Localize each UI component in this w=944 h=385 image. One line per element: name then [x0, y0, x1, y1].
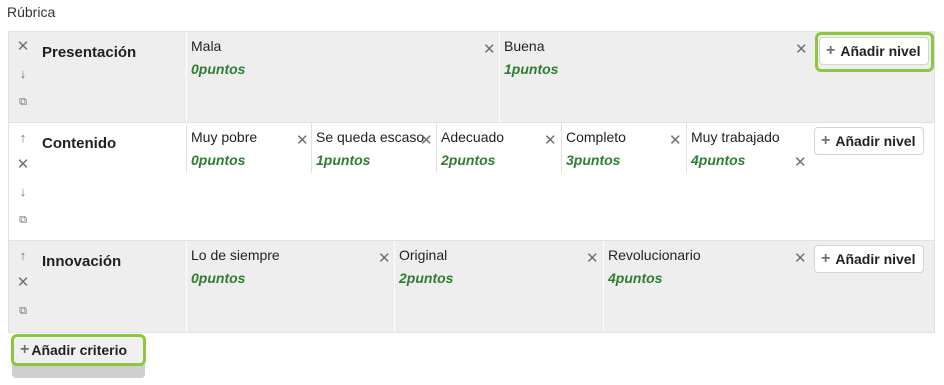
delete-level-icon[interactable]: ✕ — [586, 251, 599, 267]
add-criterion-label: Añadir criterio — [31, 342, 128, 358]
level-definition[interactable]: Buena — [504, 38, 544, 54]
level-definition[interactable]: Original — [399, 247, 447, 263]
level-points[interactable]: 2puntos — [441, 152, 495, 168]
duplicate-icon[interactable]: ⧉ — [15, 212, 31, 228]
plus-icon: + — [821, 250, 831, 267]
level-cell[interactable]: Completo 3puntos ✕ — [561, 123, 686, 173]
add-criterion-button[interactable]: + Añadir criterio — [11, 334, 146, 366]
level-cell[interactable]: Muy trabajado 4puntos ✕ — [686, 123, 811, 173]
criterion-row: ✕ ↓ ⧉ Presentación Mala 0puntos ✕ Buena … — [9, 32, 934, 123]
level-points[interactable]: 1puntos — [504, 61, 558, 77]
arrow-down-icon[interactable]: ↓ — [15, 66, 31, 82]
level-points[interactable]: 4puntos — [608, 270, 662, 286]
delete-level-icon[interactable]: ✕ — [794, 251, 807, 267]
duplicate-icon[interactable]: ⧉ — [15, 94, 31, 110]
level-points[interactable]: 0puntos — [191, 270, 245, 286]
level-points[interactable]: 3puntos — [566, 152, 620, 168]
level-cell[interactable]: Se queda escaso 1puntos ✕ — [311, 123, 436, 173]
arrow-down-icon[interactable]: ↓ — [15, 184, 31, 200]
level-points[interactable]: 0puntos — [191, 152, 245, 168]
level-cell[interactable]: Mala 0puntos ✕ — [186, 32, 499, 123]
delete-criterion-icon[interactable]: ✕ — [15, 275, 31, 291]
level-cell[interactable]: Buena 1puntos ✕ — [499, 32, 811, 123]
level-definition[interactable]: Completo — [566, 129, 626, 145]
add-level-button[interactable]: + Añadir nivel — [814, 127, 925, 155]
delete-level-icon[interactable]: ✕ — [296, 133, 309, 149]
level-definition[interactable]: Lo de siempre — [191, 247, 280, 263]
level-definition[interactable]: Adecuado — [441, 129, 504, 145]
level-cell[interactable]: Original 2puntos ✕ — [394, 241, 603, 332]
delete-level-icon[interactable]: ✕ — [378, 251, 391, 267]
delete-criterion-icon[interactable]: ✕ — [15, 39, 31, 55]
plus-icon: + — [20, 341, 30, 358]
add-level-button[interactable]: + Añadir nivel — [819, 37, 930, 65]
level-cell[interactable]: Adecuado 2puntos ✕ — [436, 123, 561, 173]
level-cell[interactable]: Revolucionario 4puntos ✕ — [603, 241, 811, 332]
criterion-name[interactable]: Contenido — [42, 135, 116, 152]
rubric-table: ✕ ↓ ⧉ Presentación Mala 0puntos ✕ Buena … — [8, 31, 935, 333]
criterion-name[interactable]: Presentación — [42, 44, 136, 61]
add-level-label: Añadir nivel — [835, 251, 916, 267]
delete-level-icon[interactable]: ✕ — [669, 133, 682, 149]
delete-level-icon[interactable]: ✕ — [420, 133, 433, 149]
delete-level-icon[interactable]: ✕ — [483, 42, 496, 58]
level-definition[interactable]: Mala — [191, 38, 221, 54]
plus-icon: + — [821, 132, 831, 149]
level-definition[interactable]: Muy pobre — [191, 129, 257, 145]
arrow-up-icon[interactable]: ↑ — [15, 130, 31, 146]
criterion-row: ↑ ✕ ↓ ⧉ Contenido Muy pobre 0puntos ✕ Se… — [9, 123, 934, 241]
delete-level-icon[interactable]: ✕ — [795, 42, 808, 58]
plus-icon: + — [826, 42, 836, 59]
arrow-up-icon[interactable]: ↑ — [15, 248, 31, 264]
level-points[interactable]: 0puntos — [191, 61, 245, 77]
duplicate-icon[interactable]: ⧉ — [15, 303, 31, 319]
add-level-button[interactable]: + Añadir nivel — [814, 245, 925, 273]
level-points[interactable]: 4puntos — [691, 152, 745, 168]
level-definition[interactable]: Se queda escaso — [316, 129, 424, 145]
add-level-label: Añadir nivel — [835, 133, 916, 149]
level-cell[interactable]: Lo de siempre 0puntos ✕ — [186, 241, 394, 332]
level-definition[interactable]: Muy trabajado — [691, 129, 780, 145]
criterion-name[interactable]: Innovación — [42, 253, 121, 270]
criterion-row: ↑ ✕ ⧉ Innovación Lo de siempre 0puntos ✕… — [9, 241, 934, 332]
delete-criterion-icon[interactable]: ✕ — [15, 157, 31, 173]
level-points[interactable]: 1puntos — [316, 152, 370, 168]
delete-level-icon[interactable]: ✕ — [544, 133, 557, 149]
delete-level-icon[interactable]: ✕ — [794, 155, 807, 171]
level-points[interactable]: 2puntos — [399, 270, 453, 286]
page-title: Rúbrica — [7, 4, 56, 20]
level-cell[interactable]: Muy pobre 0puntos ✕ — [186, 123, 311, 173]
level-definition[interactable]: Revolucionario — [608, 247, 701, 263]
add-level-label: Añadir nivel — [840, 43, 921, 59]
